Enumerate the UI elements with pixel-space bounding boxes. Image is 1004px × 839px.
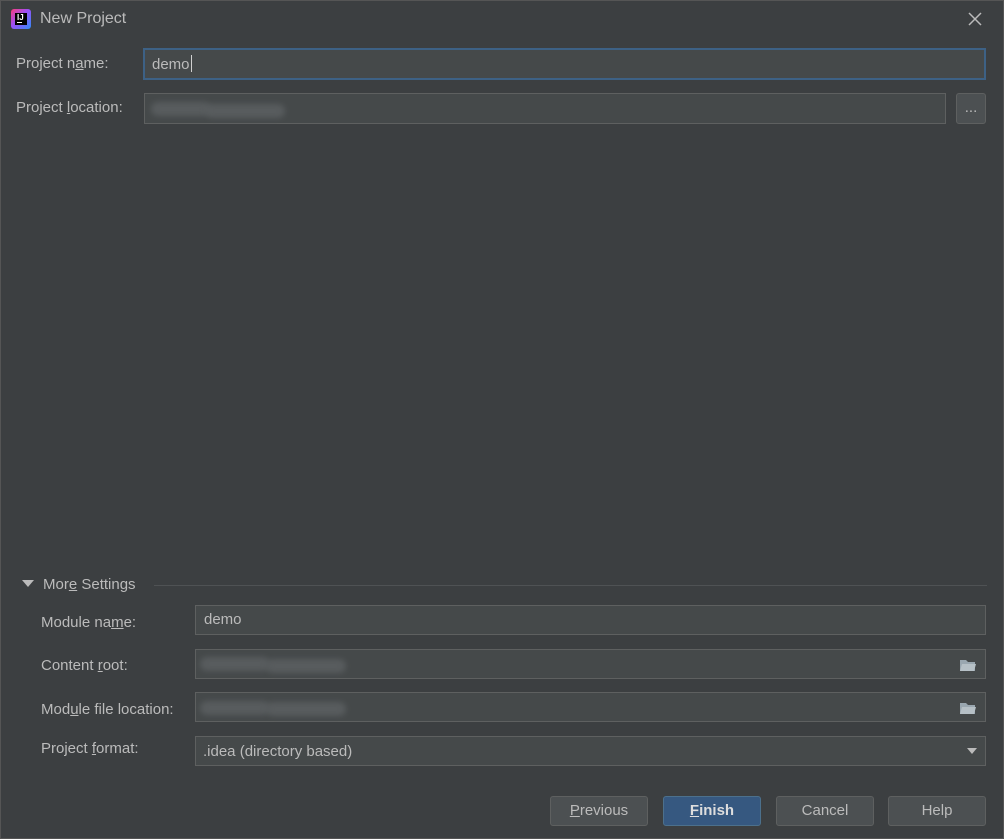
module-name-input[interactable]: demo — [195, 605, 986, 635]
content-root-input[interactable] — [195, 649, 986, 679]
project-name-label: Project name: — [16, 55, 109, 72]
redacted-path — [266, 702, 346, 716]
content-root-label: Content root: — [41, 657, 128, 674]
chevron-down-icon — [967, 748, 977, 754]
redacted-path — [200, 657, 270, 671]
title-bar: IJ New Project — [1, 1, 1003, 37]
text-caret — [190, 55, 192, 72]
redacted-path — [205, 104, 285, 118]
new-project-dialog: IJ New Project Project name: demo Projec… — [0, 0, 1004, 839]
module-file-location-input[interactable] — [195, 692, 986, 722]
redacted-path — [200, 701, 270, 715]
project-format-value: .idea (directory based) — [203, 743, 353, 760]
project-format-select[interactable]: .idea (directory based) — [195, 736, 986, 766]
redacted-path — [266, 659, 346, 673]
module-file-location-label: Module file location: — [41, 701, 174, 718]
intellij-idea-icon: IJ — [11, 9, 31, 29]
project-name-input[interactable]: demo — [143, 48, 986, 80]
folder-icon[interactable] — [959, 658, 977, 672]
finish-button[interactable]: Finish — [663, 796, 761, 826]
module-name-value: demo — [204, 611, 242, 628]
more-settings-title: More Settings — [43, 576, 136, 593]
browse-location-button[interactable]: ... — [956, 93, 986, 124]
project-format-label: Project format: — [41, 740, 139, 757]
close-icon — [968, 12, 982, 26]
section-divider — [154, 585, 987, 586]
project-name-value: demo — [152, 56, 190, 73]
window-title: New Project — [40, 10, 127, 27]
more-settings-toggle[interactable]: More Settings — [21, 574, 987, 596]
redacted-path — [151, 102, 211, 116]
previous-button[interactable]: Previous — [550, 796, 648, 826]
project-location-label: Project location: — [16, 99, 123, 116]
folder-icon[interactable] — [959, 701, 977, 715]
help-button[interactable]: Help — [888, 796, 986, 826]
cancel-button[interactable]: Cancel — [776, 796, 874, 826]
expand-triangle-icon — [22, 580, 34, 587]
module-name-label: Module name: — [41, 614, 137, 631]
close-button[interactable] — [963, 7, 987, 31]
project-location-input[interactable] — [144, 93, 946, 124]
